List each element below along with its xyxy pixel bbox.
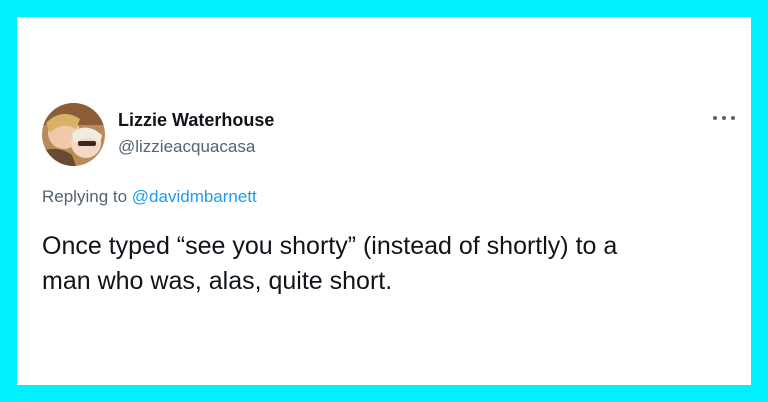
- more-horizontal-icon: [722, 116, 726, 120]
- avatar[interactable]: [42, 103, 105, 166]
- author-name[interactable]: Lizzie Waterhouse: [118, 110, 274, 131]
- tweet-card: Lizzie Waterhouse @lizzieacquacasa Reply…: [17, 17, 751, 385]
- reply-to-handle-link[interactable]: @davidmbarnett: [132, 187, 257, 206]
- more-horizontal-icon: [731, 116, 735, 120]
- tweet-text-line: man who was, alas, quite short.: [42, 267, 393, 295]
- reply-context: Replying to @davidmbarnett: [42, 187, 257, 207]
- tweet-text-line: Once typed “see you shorty” (instead of …: [42, 232, 618, 260]
- tweet-text: Once typed “see you shorty” (instead of …: [42, 229, 732, 299]
- avatar-photo: [42, 103, 105, 166]
- more-horizontal-icon: [713, 116, 717, 120]
- more-options-button[interactable]: [711, 108, 737, 128]
- reply-prefix: Replying to: [42, 187, 128, 206]
- author-handle[interactable]: @lizzieacquacasa: [118, 137, 255, 157]
